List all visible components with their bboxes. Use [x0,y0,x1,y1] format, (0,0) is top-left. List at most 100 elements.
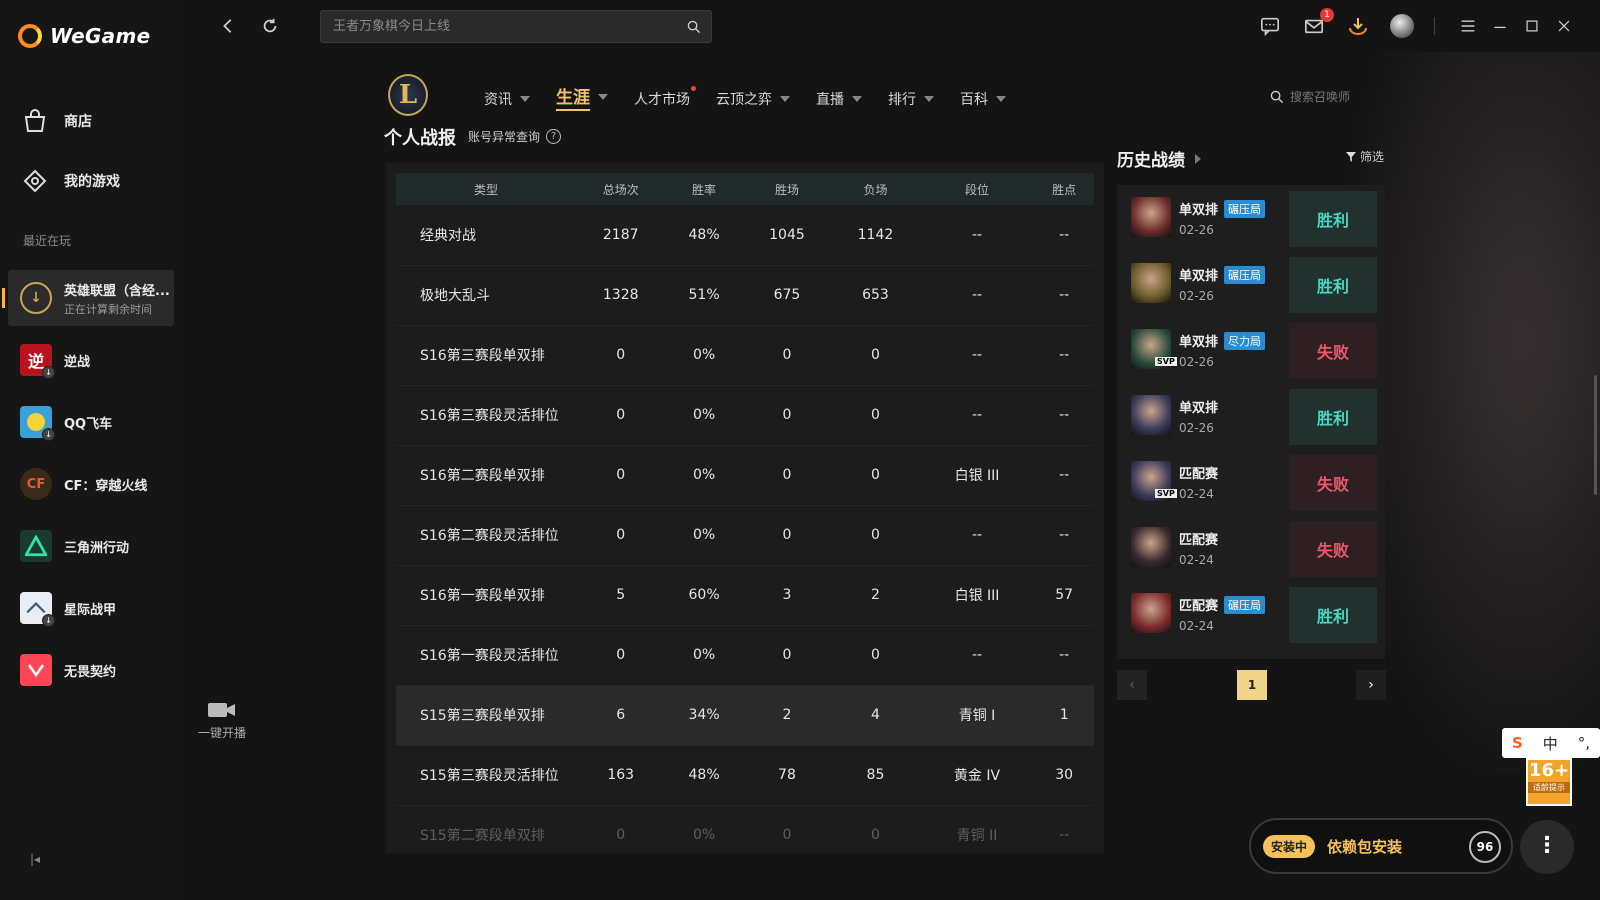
nav-label: 百科 [960,91,988,108]
download-manager-icon[interactable] [1346,14,1370,38]
close-icon[interactable] [1552,14,1576,38]
nav-live[interactable]: 直播 [816,86,862,111]
match-row[interactable]: 单双排 碾压局 02-26 胜利 [1117,251,1385,317]
sidebar-game-qqspeed[interactable]: ↓ QQ飞车 [8,394,174,450]
table-cell: 57 [1034,565,1094,626]
sidebar-game-delta[interactable]: 三角洲行动 [8,518,174,574]
table-cell: 1142 [831,205,920,266]
game-name: 英雄联盟（含经... [64,283,170,299]
filter-button[interactable]: 筛选 [1346,148,1384,165]
lol-logo-icon[interactable]: L [388,74,428,116]
game-name: 无畏契约 [64,664,117,680]
refresh-icon[interactable] [258,14,282,38]
back-icon[interactable] [216,14,240,38]
column-header: 胜点 [1034,173,1094,205]
table-cell: 0 [742,325,832,386]
nav-label: 云顶之弈 [716,91,772,108]
table-cell: 0 [831,505,920,566]
table-cell: -- [919,505,1035,566]
match-date: 02-26 [1179,421,1214,435]
sidebar-item-my-games[interactable]: 我的游戏 [22,168,120,194]
table-cell: 0 [576,385,666,446]
wegame-logo[interactable]: WeGame [18,24,150,48]
nav-talent-market[interactable]: 人才市场 [634,86,696,111]
nav-tft[interactable]: 云顶之弈 [716,86,790,111]
stream-button[interactable]: 一键开播 [192,700,252,741]
nav-career[interactable]: 生涯 [556,83,608,111]
column-header: 负场 [831,173,920,205]
mail-icon[interactable]: 1 [1302,8,1334,38]
match-row[interactable]: SVP 匹配赛 02-24 失败 [1117,449,1385,515]
table-cell: 0 [576,805,666,853]
next-page-button[interactable]: › [1356,670,1386,700]
table-cell: 0 [742,505,832,566]
table-cell: 60% [665,565,743,626]
minimize-icon[interactable] [1488,14,1512,38]
match-row[interactable]: 单双排 碾压局 02-26 胜利 [1117,185,1385,251]
table-cell: 0 [742,805,832,853]
page-title: 个人战报 [384,128,456,149]
champion-avatar [1131,197,1171,237]
chevron-right-icon [1195,153,1201,164]
sidebar-game-warframe[interactable]: ↓ 星际战甲 [8,580,174,636]
user-avatar[interactable] [1390,14,1414,38]
column-header: 类型 [396,173,576,205]
account-abnormal-link[interactable]: 账号异常查询 ? [468,128,562,145]
sidebar-item-store[interactable]: 商店 [22,108,92,134]
match-row[interactable]: SVP 单双排 尽力局 02-26 失败 [1117,317,1385,383]
menu-icon[interactable] [1456,14,1480,38]
prev-page-button[interactable]: ‹ [1117,670,1147,700]
valorant-icon [20,654,52,686]
history-title[interactable]: 历史战绩 [1117,146,1201,171]
search-input[interactable] [333,19,687,34]
sidebar-game-valorant[interactable]: 无畏契约 [8,642,174,698]
nav-news[interactable]: 资讯 [484,86,530,111]
history-panel: 单双排 碾压局 02-26 胜利 单双排 碾压局 02-26 胜利 SVP 单双排 尽力局 02-26… [1117,185,1385,659]
match-row[interactable]: 匹配赛 02-24 失败 [1117,515,1385,581]
match-result: 胜利 [1289,587,1377,643]
table-cell: 青铜 I [919,685,1035,746]
ime-punct: °, [1577,734,1590,752]
chat-icon[interactable] [1258,14,1282,38]
table-row: S16第一赛段单双排 5 60% 3 2 白银 III 57 [396,565,1094,626]
match-mode-label: 单双排 [1179,401,1219,416]
sidebar-item-label: 商店 [64,114,92,130]
table-row: S16第三赛段单双排 0 0% 0 0 -- -- [396,325,1094,386]
match-mode: 匹配赛 [1179,463,1218,482]
sidebar-game-nizhan[interactable]: 逆 ↓ 逆战 [8,332,174,388]
stream-label: 一键开播 [197,726,246,740]
summoner-search[interactable]: 搜索召唤师 [1270,88,1350,105]
table-cell: S15第三赛段单双排 [396,685,576,746]
page-number-current[interactable]: 1 [1237,670,1267,700]
champion-avatar [1131,593,1171,633]
match-result: 失败 [1289,323,1377,379]
table-cell: 0% [665,385,743,446]
nav-wiki[interactable]: 百科 [960,86,1006,111]
table-cell: 653 [831,265,920,326]
install-percent: 96 [1469,831,1501,863]
nav-ranking[interactable]: 排行 [888,86,934,111]
match-row[interactable]: 匹配赛 碾压局 02-24 胜利 [1117,581,1385,647]
maximize-icon[interactable] [1520,14,1544,38]
scrollbar[interactable] [1594,375,1597,495]
download-icon: ↓ [42,428,55,441]
table-cell: 48% [665,745,743,806]
match-tag: 碾压局 [1224,265,1266,284]
table-cell: -- [1034,625,1094,686]
table-cell: S16第三赛段单双排 [396,325,576,386]
table-cell: 0 [576,625,666,686]
collapse-sidebar-icon[interactable]: |◂ [30,852,46,868]
filter-label: 筛选 [1360,150,1385,164]
stats-panel: 类型 总场次 胜率 胜场 负场 段位 胜点 经典对战 2187 48% 1045 114… [386,163,1104,853]
install-progress-bar[interactable]: 安装中 依赖包安装 96 [1249,818,1513,874]
sidebar-game-cf[interactable]: CF CF：穿越火线 [8,456,174,512]
stats-table: 类型 总场次 胜率 胜场 负场 段位 胜点 经典对战 2187 48% 1045 114… [396,173,1094,853]
table-cell: 2 [742,685,832,746]
more-icon[interactable]: ⋮ [1520,820,1574,874]
sidebar-game-lol[interactable]: ↓ 英雄联盟（含经... 正在计算剩余时间 [2,270,174,326]
ime-toolbar[interactable]: S 中 °, [1502,728,1600,758]
match-mode-label: 单双排 [1179,269,1219,284]
match-row[interactable]: 单双排 02-26 胜利 [1117,383,1385,449]
help-icon[interactable]: ? [546,129,562,144]
search-icon[interactable] [687,20,701,34]
